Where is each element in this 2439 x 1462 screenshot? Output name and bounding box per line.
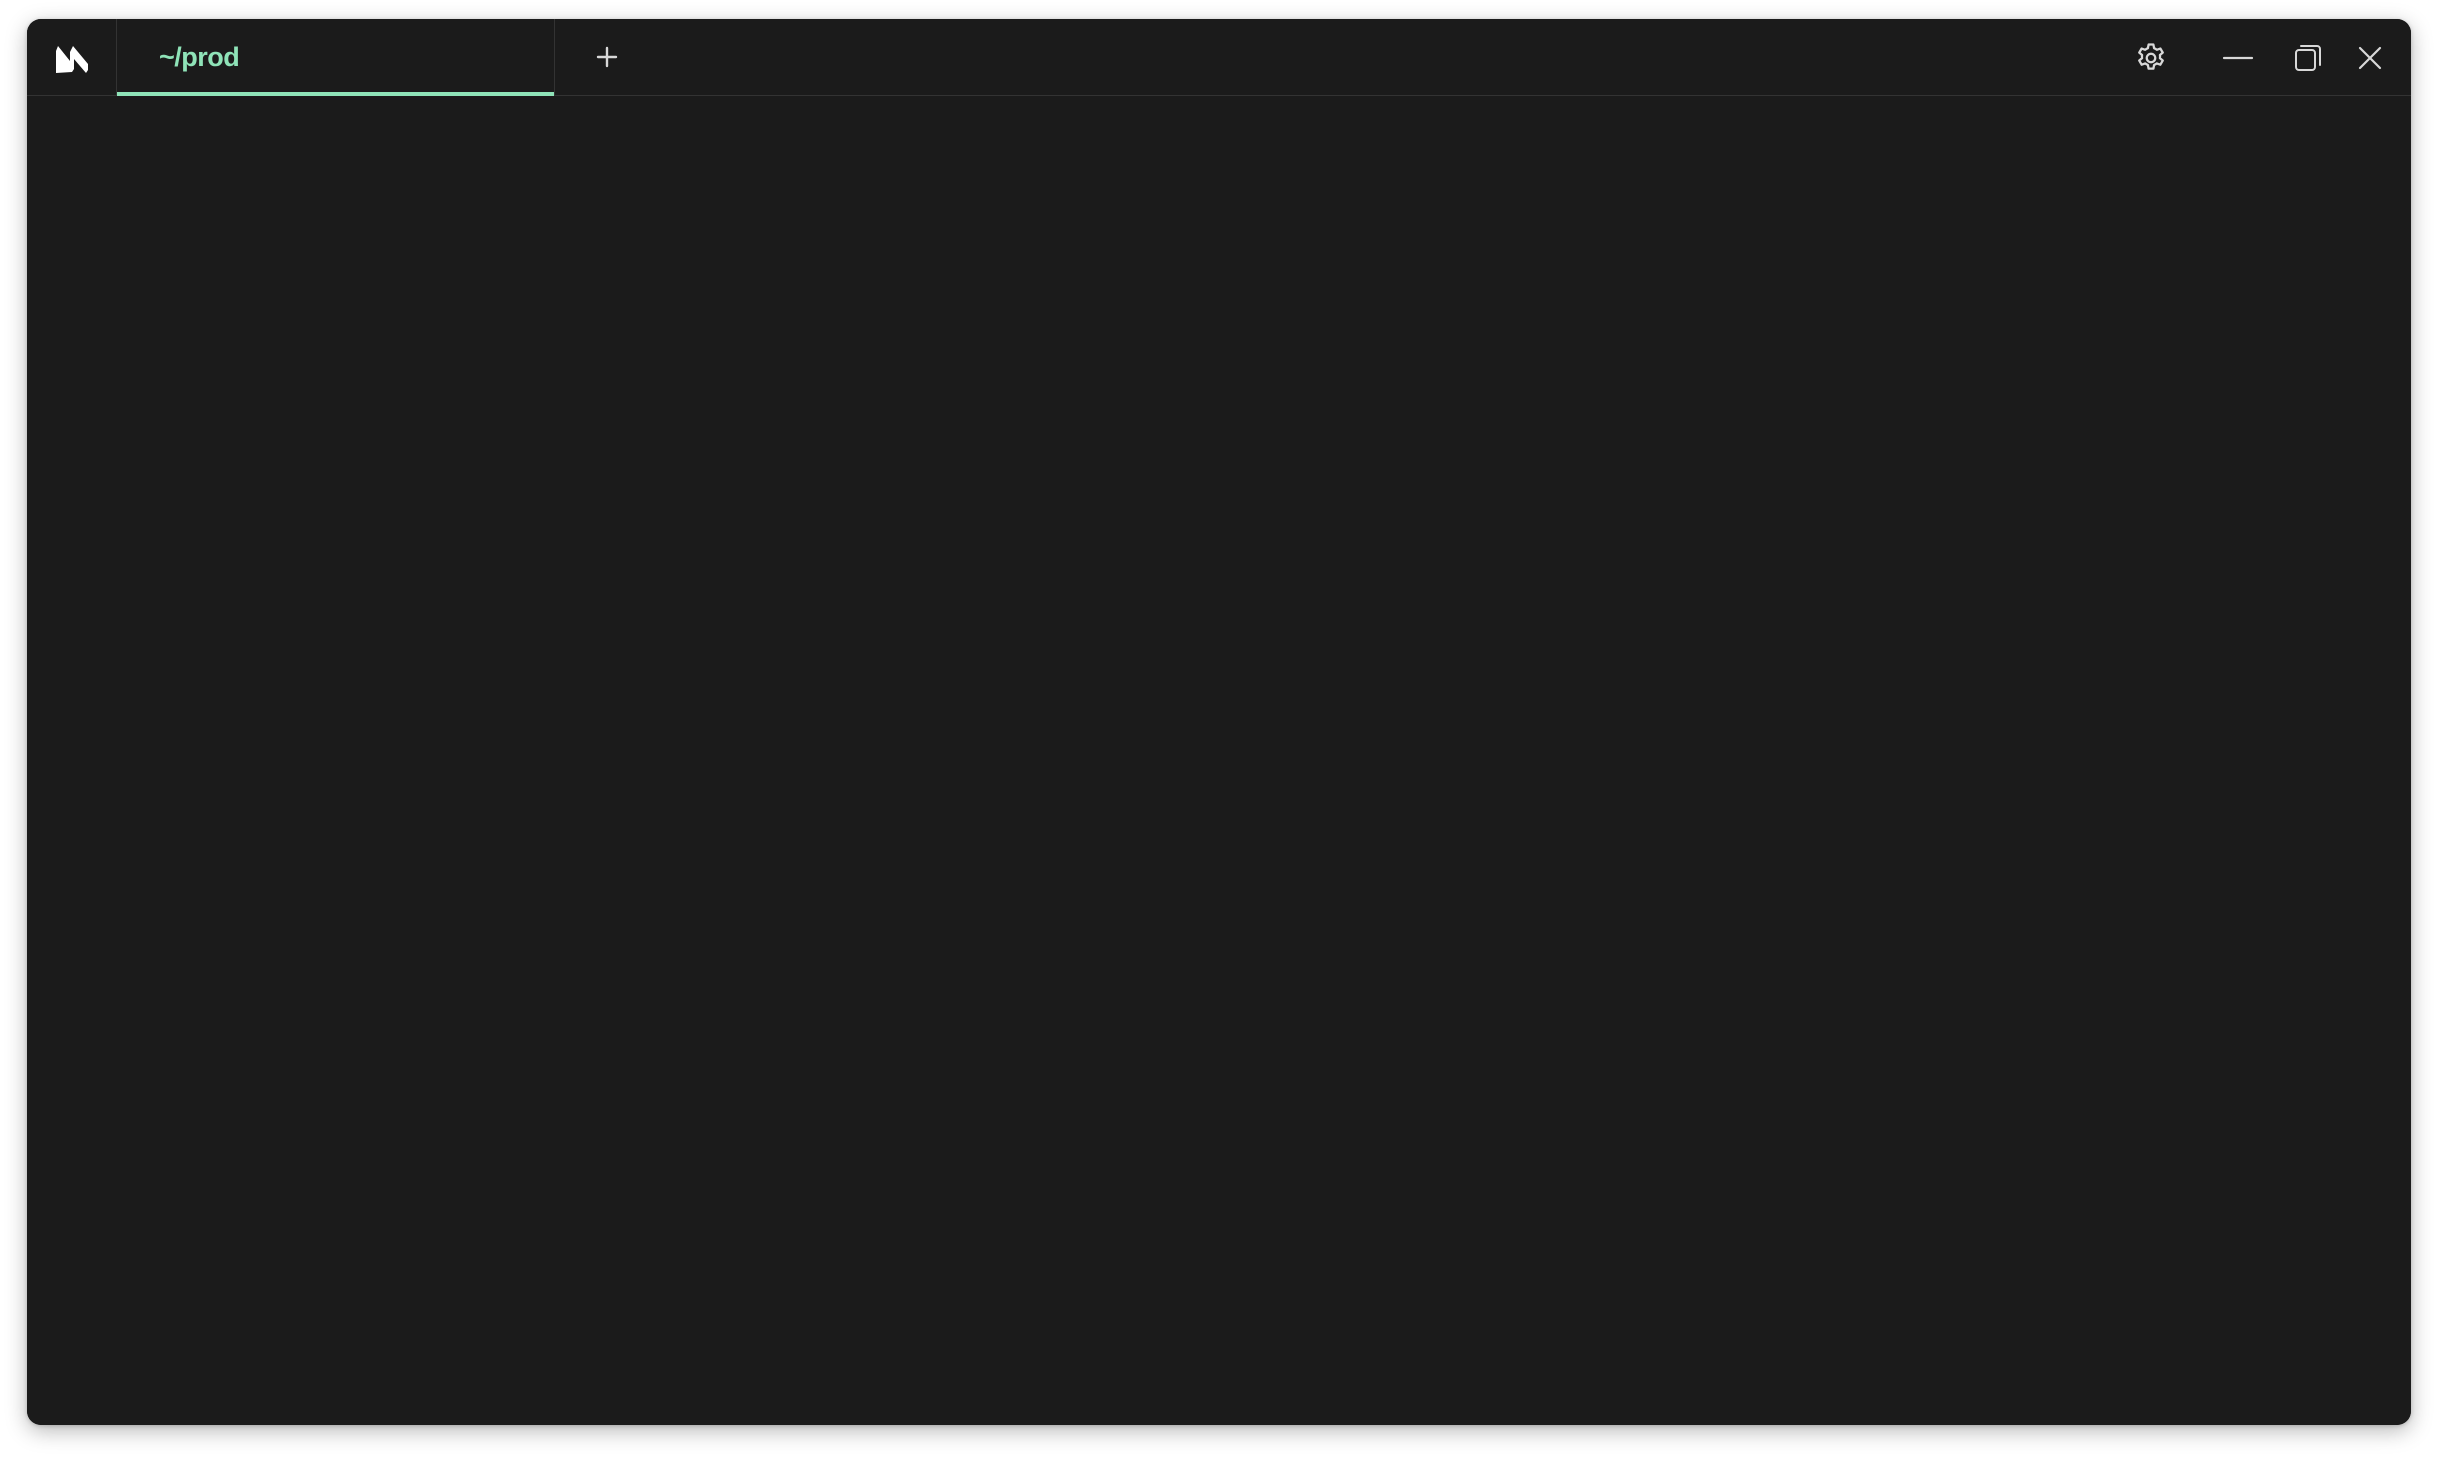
settings-button[interactable] (2132, 39, 2170, 77)
title-bar[interactable]: ~/prod (27, 19, 2411, 96)
terminal-area[interactable] (27, 96, 2411, 1425)
app-logo-icon (55, 45, 88, 73)
minimize-icon (2222, 56, 2254, 60)
gear-icon (2138, 43, 2164, 70)
minimize-button[interactable] (2219, 39, 2257, 77)
close-icon (2358, 46, 2382, 70)
plus-icon (596, 46, 618, 68)
restore-icon (2295, 45, 2321, 71)
app-logo (27, 19, 117, 96)
tab-label: ~/prod (159, 42, 240, 72)
maximize-button[interactable] (2289, 39, 2327, 77)
new-tab-button[interactable] (589, 39, 625, 75)
close-button[interactable] (2351, 39, 2389, 77)
terminal-window: ~/prod (27, 19, 2411, 1425)
tab-prod[interactable]: ~/prod (117, 19, 555, 96)
